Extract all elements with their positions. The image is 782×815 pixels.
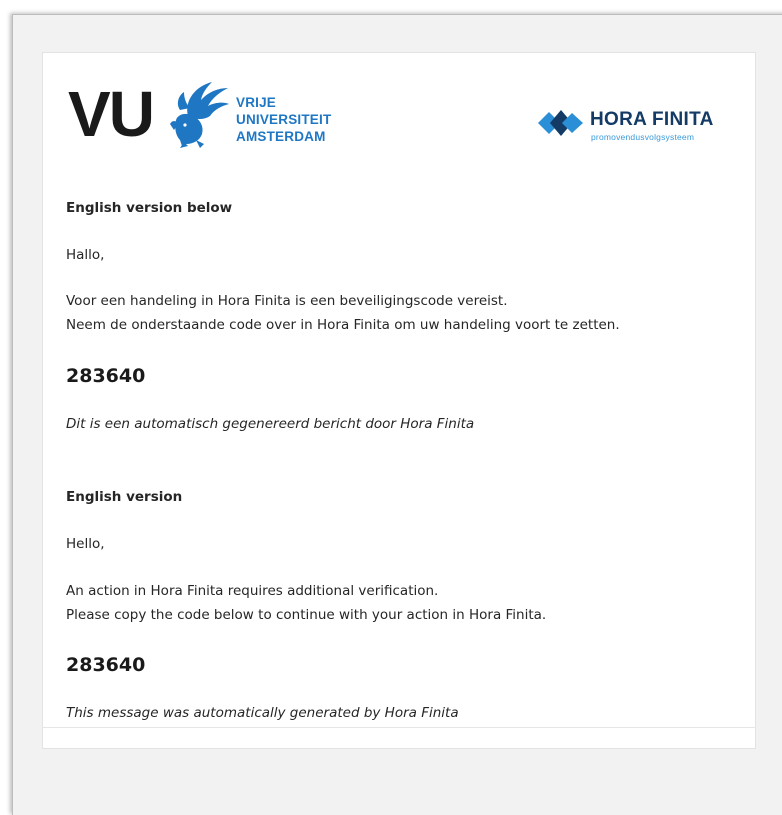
- vu-logo-letters: VU: [68, 78, 155, 150]
- english-greeting: Hello,: [66, 536, 105, 552]
- english-footer: This message was automatically generated…: [66, 705, 459, 721]
- english-line-1: An action in Hora Finita requires additi…: [66, 583, 439, 599]
- vu-name-line: UNIVERSITEIT: [236, 112, 332, 127]
- dutch-footer: Dit is een automatisch gegenereerd beric…: [66, 416, 475, 432]
- card-divider: [42, 727, 756, 728]
- hora-finita-title: HORA FINITA: [590, 109, 714, 130]
- dutch-line-1: Voor een handeling in Hora Finita is een…: [66, 293, 508, 309]
- dutch-line-2: Neem de onderstaande code over in Hora F…: [66, 317, 620, 333]
- hora-finita-subtitle: promovendusvolgsysteem: [591, 132, 695, 142]
- english-line-2: Please copy the code below to continue w…: [66, 607, 547, 623]
- dutch-greeting: Hallo,: [66, 247, 105, 263]
- vu-logo-name: VRIJE UNIVERSITEIT AMSTERDAM: [236, 94, 331, 145]
- english-security-code: 283640: [66, 654, 146, 676]
- vu-name-line: VRIJE: [236, 95, 277, 110]
- email-card: [42, 52, 756, 749]
- english-heading: English version: [66, 489, 183, 505]
- griffin-icon: [170, 82, 229, 148]
- dutch-security-code: 283640: [66, 365, 146, 387]
- dutch-heading: English version below: [66, 200, 233, 216]
- hora-finita-logo: HORA FINITA promovendusvolgsysteem: [538, 106, 738, 146]
- hora-finita-diamond-icon: [538, 110, 583, 136]
- vu-name-line: AMSTERDAM: [236, 129, 326, 144]
- vu-logo: VU VRIJE UNIVERSITEIT AMSTERDAM: [68, 80, 358, 150]
